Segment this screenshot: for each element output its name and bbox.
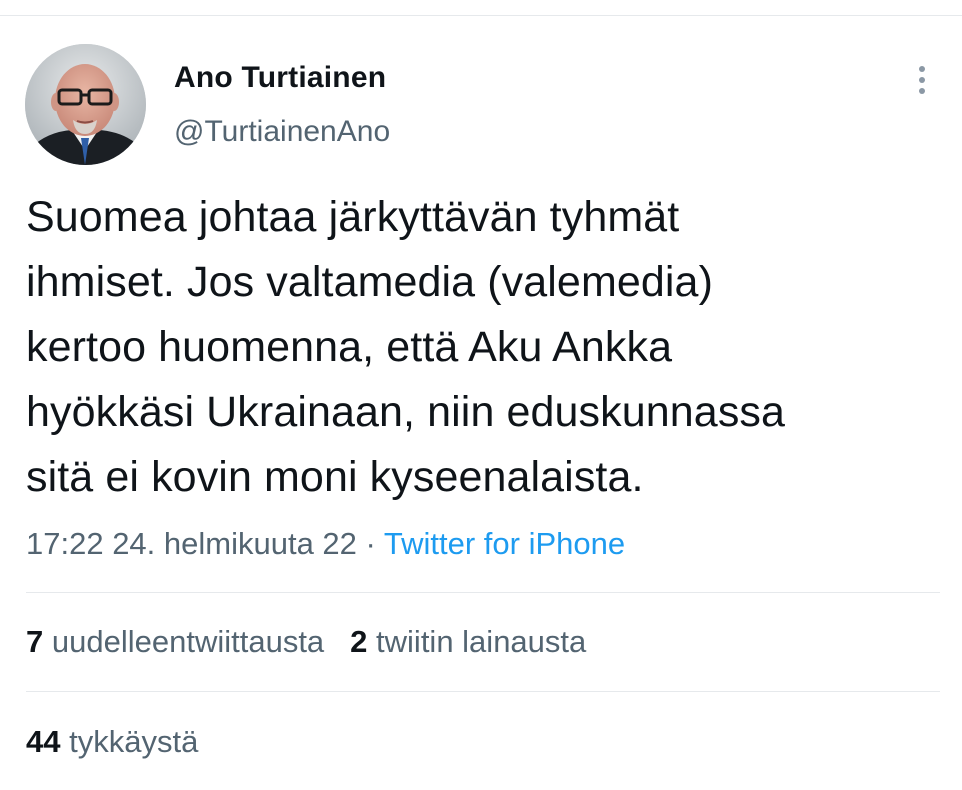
quotes-label: twiitin lainausta (376, 624, 587, 659)
engagement-stats-row: 7 uudelleentwiittausta 2 twiitin lainaust… (26, 622, 586, 662)
author-handle[interactable]: @TurtiainenAno (174, 112, 390, 152)
quotes-count: 2 (350, 624, 368, 659)
more-vertical-icon (919, 66, 925, 72)
more-options-button[interactable] (906, 60, 938, 100)
retweets-stat[interactable]: 7 uudelleentwiittausta (26, 622, 324, 662)
likes-stats-row: 44 tykkäystä (26, 722, 198, 762)
meta-separator: · (356, 526, 384, 561)
author-avatar[interactable] (25, 44, 146, 165)
likes-count: 44 (26, 724, 61, 759)
likes-stat[interactable]: 44 tykkäystä (26, 722, 198, 762)
author-name[interactable]: Ano Turtiainen (174, 58, 386, 98)
tweet-meta: 17:22 24. helmikuuta 22 · Twitter for iP… (26, 524, 625, 564)
profile-photo-icon (25, 44, 146, 165)
tweet-text: Suomea johtaa järkyttävän tyhmät ihmiset… (26, 193, 786, 501)
tweet-source-link[interactable]: Twitter for iPhone (384, 526, 625, 561)
retweets-count: 7 (26, 624, 44, 659)
quotes-stat[interactable]: 2 twiitin lainausta (350, 622, 586, 662)
divider (26, 592, 940, 593)
more-vertical-icon-dot (919, 88, 925, 94)
divider (26, 691, 940, 692)
retweets-label: uudelleentwiittausta (51, 624, 325, 659)
tweet-timestamp[interactable]: 17:22 24. helmikuuta 22 (26, 526, 357, 561)
top-divider (0, 15, 962, 16)
likes-label: tykkäystä (69, 724, 199, 759)
more-vertical-icon-dot (919, 77, 925, 83)
